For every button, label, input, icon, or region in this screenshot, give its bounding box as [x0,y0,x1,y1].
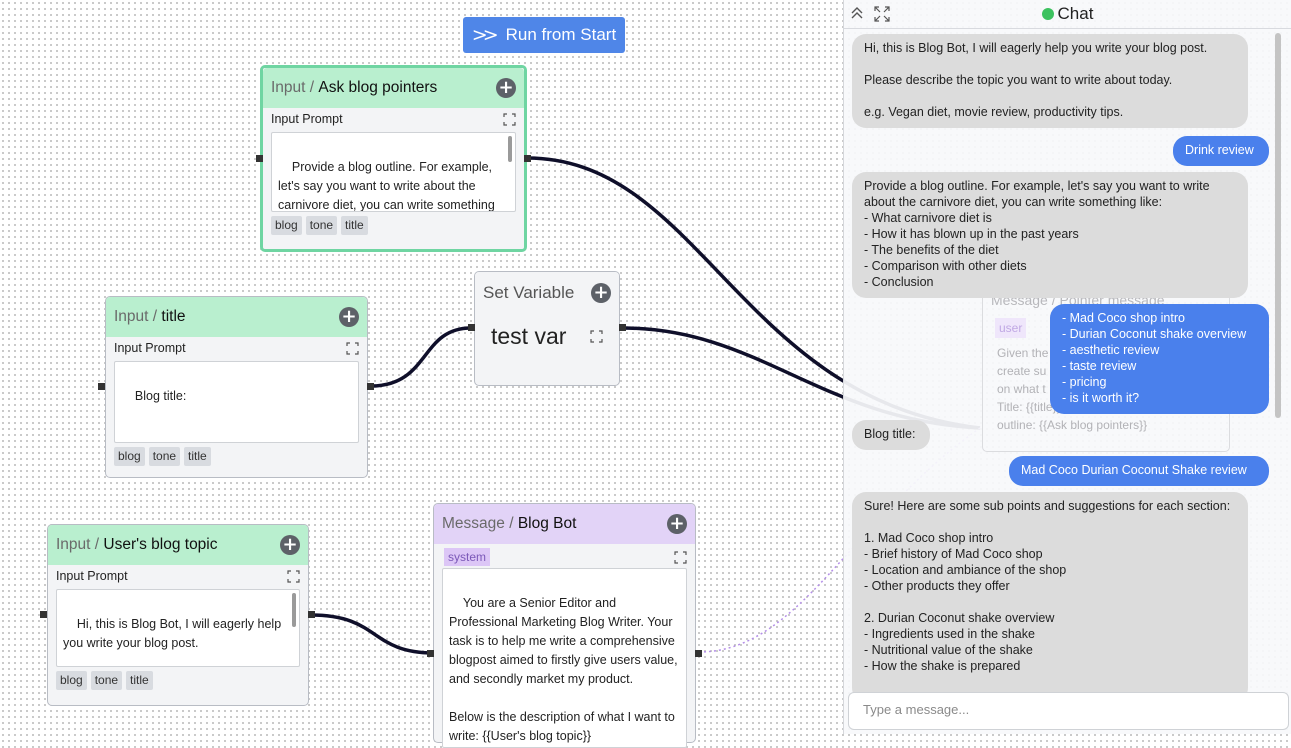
output-handle[interactable] [308,611,315,618]
node-title: Set Variable [483,283,575,302]
node-kind: Message [442,515,505,532]
prompt-text: Blog title: [134,389,187,403]
input-prompt-label: Input Prompt [56,569,128,583]
user-message: Mad Coco Durian Coconut Shake review [1009,456,1269,486]
input-handle[interactable] [468,324,475,331]
tag[interactable]: tone [148,447,181,466]
chat-message-input[interactable]: Type a message... [848,692,1289,730]
expand-icon[interactable] [874,6,890,22]
chat-title: Chat [1057,4,1094,23]
prompt-textarea[interactable]: Provide a blog outline. For example, let… [271,132,516,212]
message-textarea[interactable]: You are a Senior Editor and Professional… [442,568,687,748]
double-chevron-right-icon: >> [471,24,499,46]
tag[interactable]: title [126,671,153,690]
tag-list: blog tone title [48,667,308,694]
node-kind: Input [271,79,306,96]
node-header[interactable]: Input / title + [106,297,367,337]
tag[interactable]: tone [305,216,338,235]
bot-message: Hi, this is Blog Bot, I will eagerly hel… [852,34,1248,128]
run-label: Run from Start [505,25,617,44]
tag[interactable]: title [341,216,368,235]
variable-value[interactable]: test var [491,323,566,350]
tag-list: blog tone title [263,212,524,239]
tag[interactable]: blog [114,447,145,466]
input-handle[interactable] [256,155,263,162]
bot-message: Provide a blog outline. For example, let… [852,172,1248,298]
prompt-textarea[interactable]: Blog title: [114,361,359,443]
scrollbar[interactable] [292,593,296,627]
collapse-up-icon[interactable] [850,6,864,20]
prompt-textarea[interactable]: Hi, this is Blog Bot, I will eagerly hel… [56,589,300,667]
prompt-text: Hi, this is Blog Bot, I will eagerly hel… [63,617,282,650]
bot-message: Blog title: [852,420,930,450]
bot-message: Sure! Here are some sub points and sugge… [852,492,1248,694]
output-handle[interactable] [524,155,531,162]
node-header[interactable]: Message / Blog Bot + [434,504,695,544]
node-users-blog-topic[interactable]: Input / User's blog topic + Input Prompt… [47,524,309,706]
node-header[interactable]: Input / User's blog topic + [48,525,308,565]
message-text: You are a Senior Editor and Professional… [449,596,678,743]
wire-topic-to-blogbot [310,613,434,655]
user-message: Drink review [1173,136,1269,166]
node-header[interactable]: Input / Ask blog pointers + [263,68,524,108]
input-prompt-label: Input Prompt [114,341,186,355]
wire-title-to-setvar [370,326,472,388]
expand-icon[interactable] [287,569,300,583]
output-handle[interactable] [695,650,702,657]
add-icon[interactable]: + [496,78,516,98]
input-prompt-label: Input Prompt [271,112,343,126]
prompt-text: Provide a blog outline. For example, let… [278,160,495,212]
add-icon[interactable]: + [280,535,300,555]
output-handle[interactable] [367,383,374,390]
message-list: Hi, this is Blog Bot, I will eagerly hel… [844,28,1274,694]
node-kind: Input [56,536,91,553]
input-handle[interactable] [40,611,47,618]
user-message: - Mad Coco shop intro - Durian Coconut s… [1050,304,1269,414]
input-handle[interactable] [427,650,434,657]
expand-icon[interactable] [674,550,687,564]
expand-icon[interactable] [590,329,603,343]
node-title: title [161,308,186,325]
run-from-start-button[interactable]: >> Run from Start [463,17,625,53]
node-title-input[interactable]: Input / title + Input Prompt Blog title:… [105,296,368,478]
node-title: User's blog topic [103,536,218,553]
input-handle[interactable] [98,383,105,390]
scrollbar[interactable] [508,136,512,162]
tag-list: blog tone title [106,443,367,470]
chat-input-placeholder: Type a message... [863,702,970,717]
node-kind: Input [114,308,149,325]
node-message-blog-bot[interactable]: Message / Blog Bot + system You are a Se… [433,503,696,748]
chat-header: Chat [844,0,1291,29]
node-title: Blog Bot [517,515,577,532]
expand-icon[interactable] [346,341,359,355]
tag[interactable]: blog [56,671,87,690]
tag[interactable]: tone [90,671,123,690]
output-handle[interactable] [619,324,626,331]
node-ask-blog-pointers[interactable]: Input / Ask blog pointers + Input Prompt… [260,65,527,252]
chat-scrollbar[interactable] [1275,33,1281,418]
expand-icon[interactable] [503,112,516,126]
node-header[interactable]: Set Variable + [475,272,619,314]
chat-panel: Message / Pointer message user Given the… [843,0,1291,734]
node-set-variable[interactable]: Set Variable + test var [474,271,620,386]
role-tag[interactable]: system [444,548,491,566]
add-icon[interactable]: + [339,307,359,327]
tag[interactable]: blog [271,216,302,235]
tag[interactable]: title [184,447,211,466]
add-icon[interactable]: + [591,283,611,303]
online-status-dot [1041,8,1054,20]
node-title: Ask blog pointers [318,79,438,96]
add-icon[interactable]: + [667,514,687,534]
